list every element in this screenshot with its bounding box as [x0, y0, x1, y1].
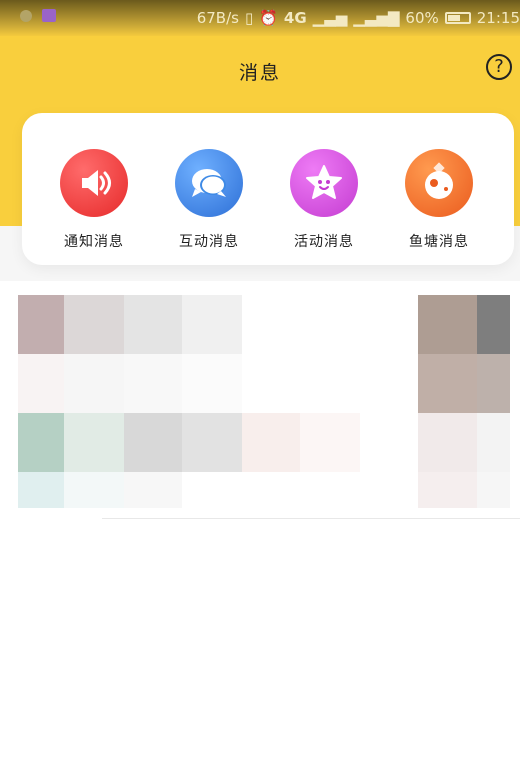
mosaic-tile [18, 354, 64, 413]
page-title: 消息 [238, 62, 281, 84]
list-divider [102, 518, 520, 519]
mosaic-tile [124, 295, 182, 354]
star-icon [290, 149, 358, 217]
battery-icon [444, 12, 471, 24]
mosaic-tile [124, 413, 182, 472]
category-label: 活动消息 [294, 234, 354, 250]
category-notice[interactable]: 通知消息 [44, 149, 144, 251]
mosaic-tile [242, 413, 300, 472]
avatar-mosaic [18, 295, 64, 354]
mosaic-tile [64, 354, 124, 413]
category-card: 通知消息 互动消息 活动消息 鱼塘消息 [22, 113, 514, 265]
battery-percent: 60% [405, 9, 439, 27]
notification-icon [20, 9, 32, 22]
category-interaction[interactable]: 互动消息 [159, 149, 259, 251]
mosaic-tile [477, 472, 510, 508]
category-activity[interactable]: 活动消息 [274, 149, 374, 251]
category-label: 鱼塘消息 [409, 234, 469, 250]
conversation-list[interactable] [0, 295, 520, 510]
speaker-icon [60, 149, 128, 217]
mosaic-tile [418, 295, 477, 354]
category-fishpond[interactable]: 鱼塘消息 [389, 149, 489, 251]
mosaic-tile [182, 354, 242, 413]
signal-icon: ▁▃▅ [312, 9, 348, 27]
mosaic-tile [477, 295, 510, 354]
mosaic-tile [182, 295, 242, 354]
avatar-mosaic [18, 413, 64, 472]
mosaic-tile [124, 472, 182, 508]
mosaic-tile [64, 472, 124, 508]
network-type: 4G [283, 9, 307, 27]
mosaic-tile [418, 354, 477, 413]
gallery-icon [42, 9, 56, 22]
mosaic-tile [418, 413, 477, 472]
fish-pond-icon [405, 149, 473, 217]
network-speed: 67B/s [196, 9, 239, 27]
chat-bubbles-icon [175, 149, 243, 217]
clock: 21:15 [476, 9, 520, 27]
mosaic-tile [418, 472, 477, 508]
vibrate-icon: ▯ [244, 9, 254, 27]
mosaic-tile [182, 413, 242, 472]
help-button[interactable]: ? [486, 54, 512, 80]
category-label: 通知消息 [64, 234, 124, 250]
mosaic-tile [300, 413, 360, 472]
mosaic-tile [477, 354, 510, 413]
alarm-icon: ⏰ [259, 9, 278, 27]
mosaic-tile [18, 472, 64, 508]
signal-icon-2: ▁▃▅▇ [353, 9, 400, 27]
mosaic-tile [477, 413, 510, 472]
status-bar: 67B/s ▯ ⏰ 4G ▁▃▅ ▁▃▅▇ 60% 21:15 [0, 0, 520, 36]
mosaic-tile [124, 354, 182, 413]
mosaic-tile [64, 413, 124, 472]
mosaic-tile [64, 295, 124, 354]
category-label: 互动消息 [179, 234, 239, 250]
